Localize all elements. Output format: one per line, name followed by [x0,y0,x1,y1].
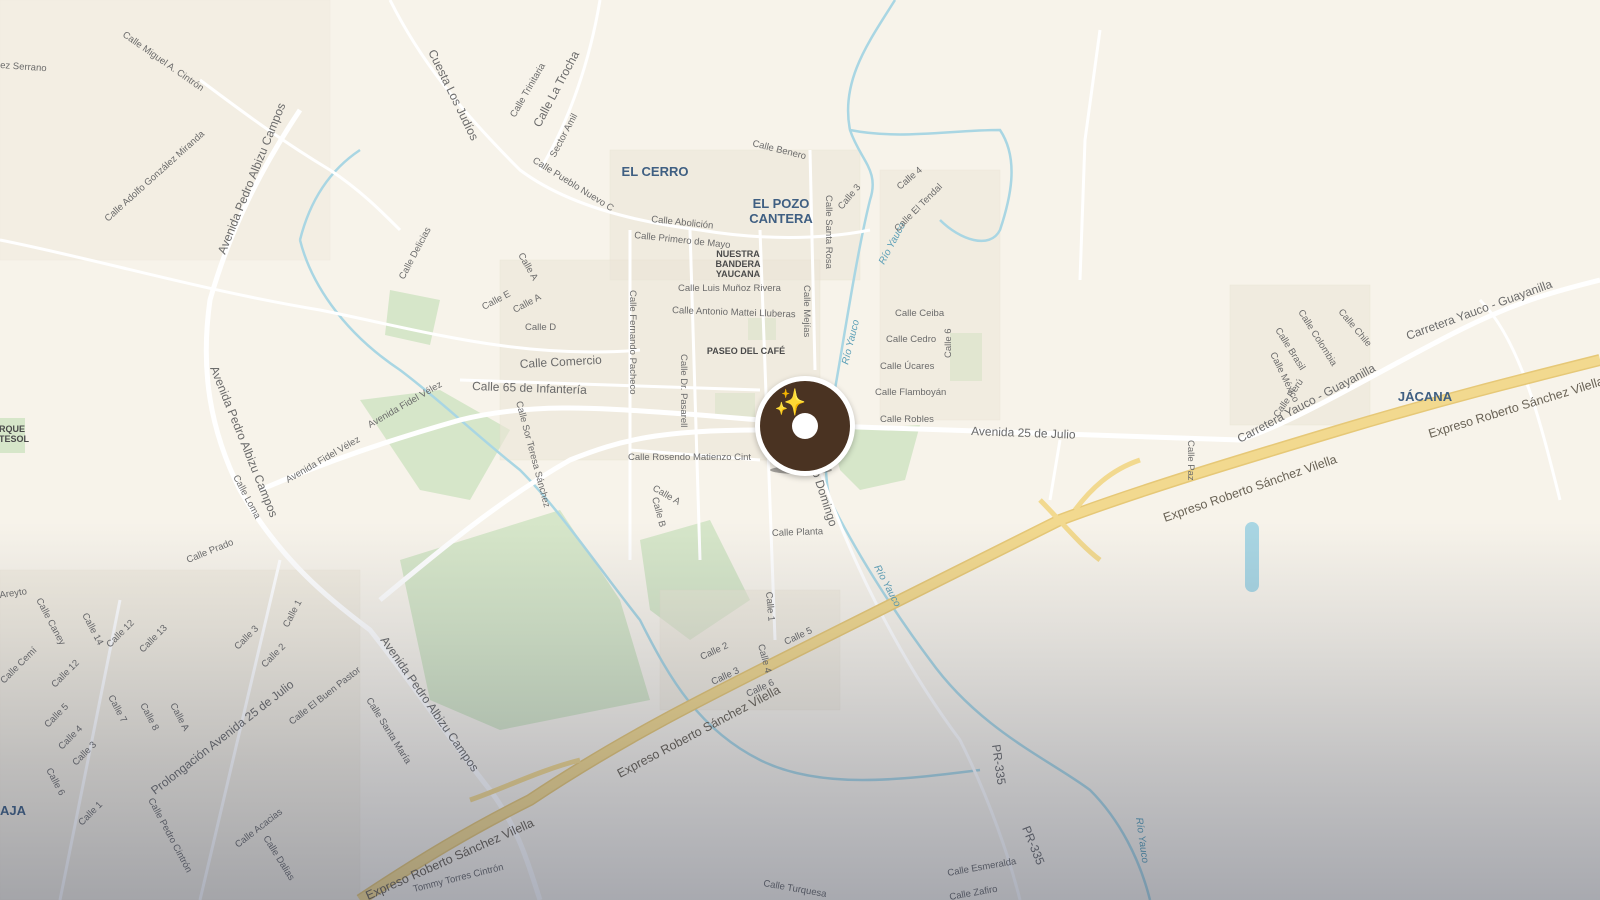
street-label: Calle 6 [943,328,954,358]
street-label: Calle Planta [772,526,824,539]
street-label: Calle Mejías [801,285,812,338]
place-parque-line2: TESOL [0,434,29,444]
poi-bandera: BANDERA [716,259,762,269]
street-label: Calle Ceiba [895,308,945,319]
pond [1245,522,1259,592]
poi-yaucana: YAUCANA [716,269,761,279]
street-label: Calle Fernando Pacheco [627,290,638,395]
sparkles-icon: ✨ [774,387,807,417]
map-view[interactable]: EL CERRO EL POZO CANTERA JÁCANA AJA RQUE… [0,0,1600,900]
street-label: Calle D [525,322,556,333]
street-label: Calle Paz [1185,440,1196,481]
place-cantera: CANTERA [749,211,813,226]
street-label: Calle Dr. Pasarell [678,354,689,427]
place-el-pozo: EL POZO [753,196,810,211]
street-label: Calle Flamboyán [875,387,946,398]
street-label: Calle Luis Muñoz Rivera [678,283,782,294]
place-jacana: JÁCANA [1398,389,1453,404]
place-el-cerro: EL CERRO [622,164,689,179]
place-parque-line1: RQUE [0,424,25,434]
marker-center [792,413,818,439]
place-aja: AJA [0,803,27,818]
location-marker[interactable]: ✨ [755,376,855,476]
poi-paseo-del-cafe: PASEO DEL CAFÉ [707,346,785,356]
street-label: Calle Cedro [886,334,936,345]
street-label: Calle Úcares [880,361,935,372]
street-label: Calle Rosendo Matienzo Cint [628,452,751,463]
street-label: Calle Santa Rosa [823,195,834,270]
street-label: Calle Robles [880,414,934,425]
poi-nuestra: NUESTRA [716,249,760,259]
